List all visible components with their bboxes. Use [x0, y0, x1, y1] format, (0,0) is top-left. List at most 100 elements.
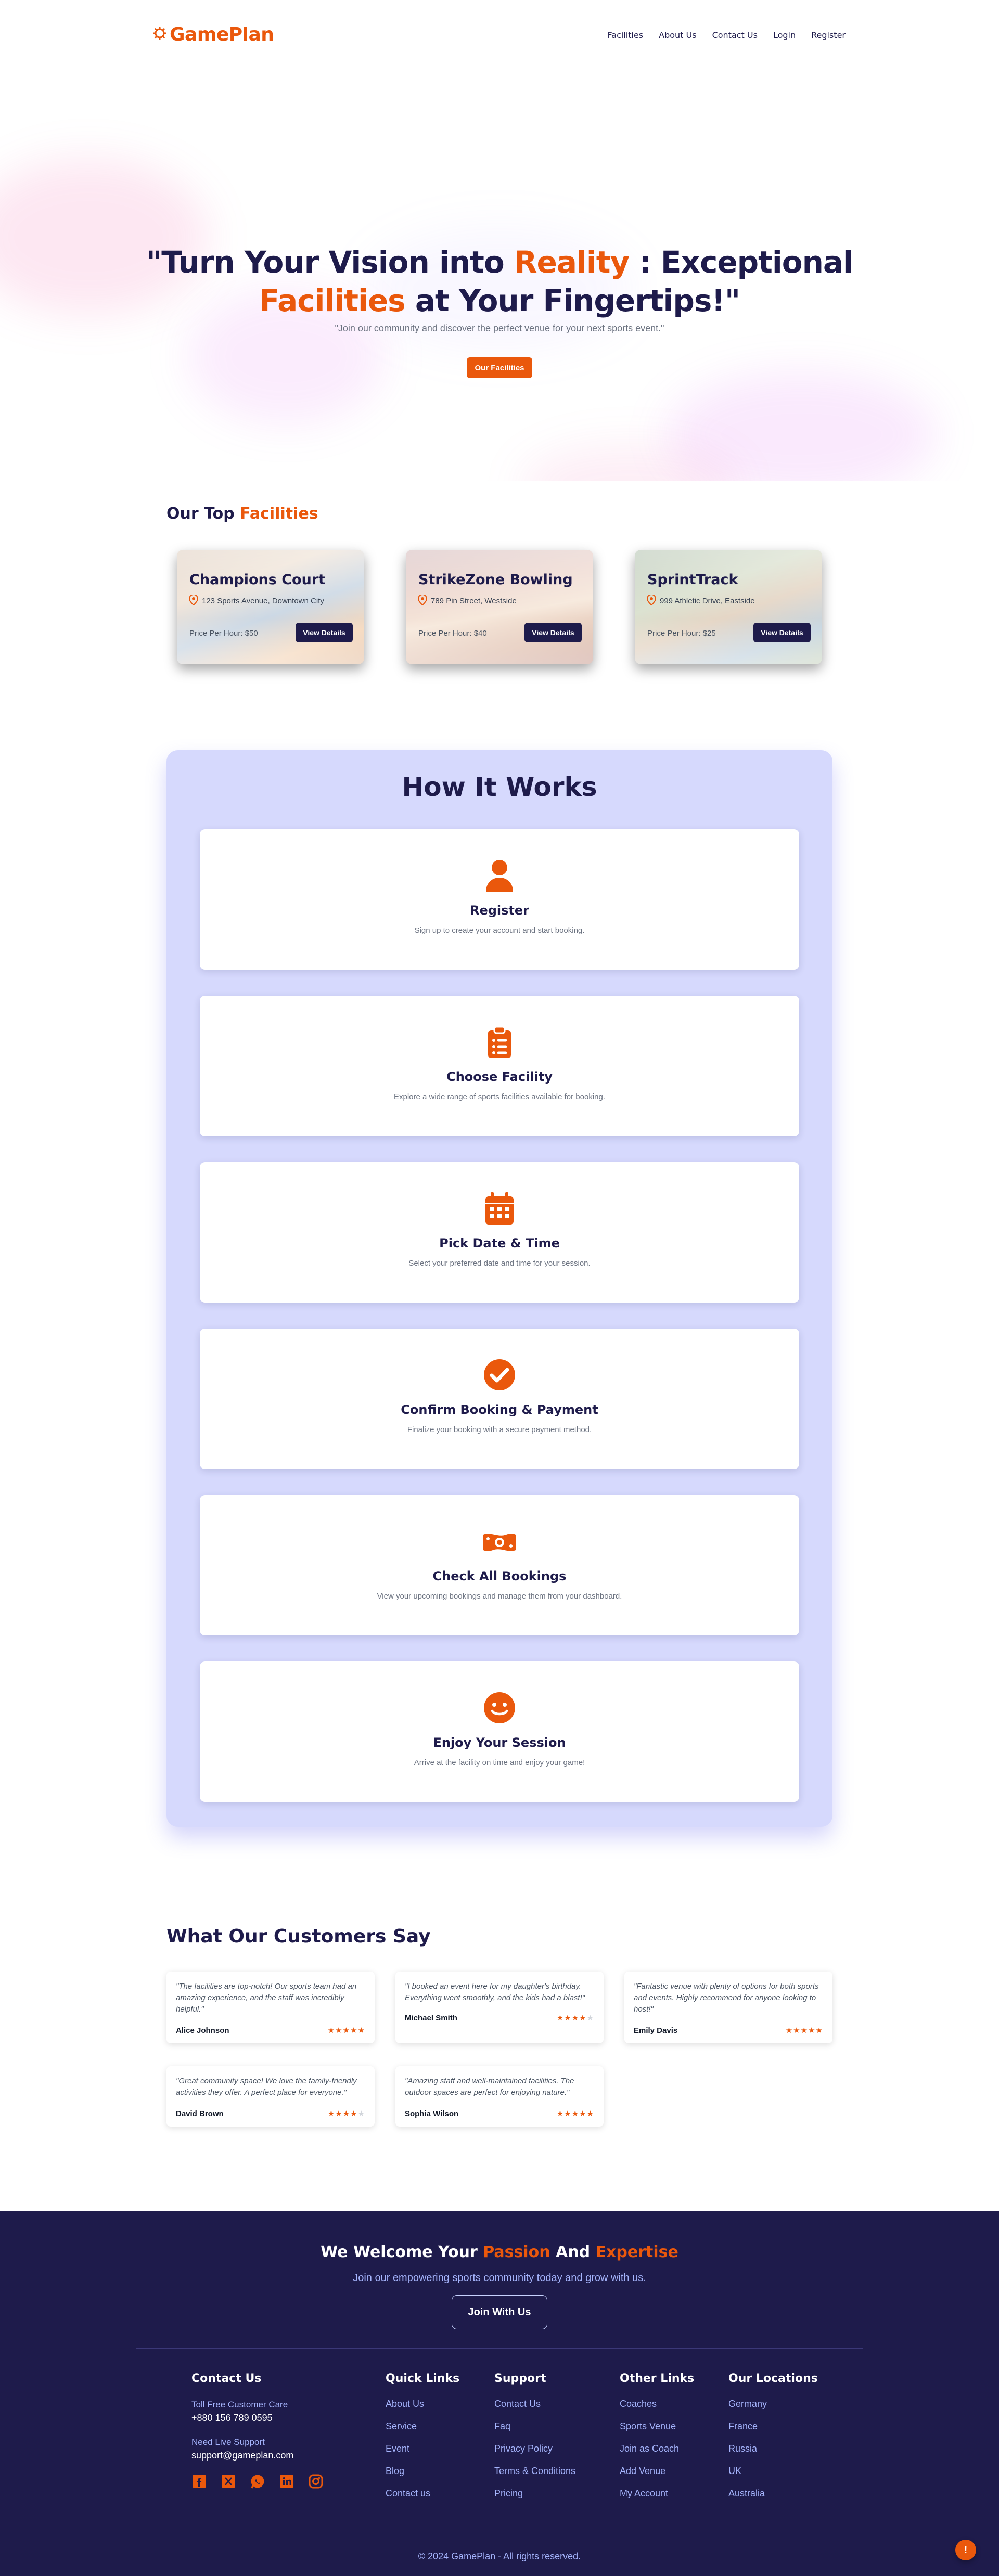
facility-card[interactable]: Champions Court 123 Sports Avenue, Downt…: [177, 550, 364, 664]
facility-price: Price Per Hour: $50: [189, 629, 258, 638]
join-with-us-button[interactable]: Join With Us: [452, 2295, 547, 2329]
footer-link[interactable]: Join as Coach: [620, 2443, 694, 2454]
footer-link[interactable]: About Us: [386, 2399, 459, 2410]
step-title: Confirm Booking & Payment: [401, 1402, 598, 1417]
footer-link[interactable]: Russia: [728, 2443, 818, 2454]
welcome-highlight: Expertise: [595, 2243, 678, 2261]
facility-address-text: 123 Sports Avenue, Downtown City: [202, 596, 324, 606]
our-facilities-button[interactable]: Our Facilities: [467, 357, 532, 378]
how-it-works-title: How It Works: [402, 772, 597, 802]
footer-link[interactable]: Service: [386, 2421, 459, 2432]
hero-title-highlight: Facilities: [259, 283, 406, 318]
testimonial-quote: "Great community space! We love the fami…: [176, 2077, 357, 2097]
footer-link[interactable]: Add Venue: [620, 2466, 694, 2477]
whatsapp-icon[interactable]: [250, 2474, 265, 2489]
view-details-button[interactable]: View Details: [296, 623, 353, 642]
location-pin-icon: [417, 594, 428, 607]
testimonial-quote: "Amazing staff and well-maintained facil…: [405, 2077, 574, 2097]
nav-about-us[interactable]: About Us: [659, 30, 696, 40]
star-rating: ★★★★★: [327, 2109, 365, 2118]
nav-facilities[interactable]: Facilities: [608, 30, 644, 40]
contact-title: Contact Us: [191, 2372, 262, 2385]
footer-link[interactable]: Terms & Conditions: [494, 2466, 575, 2477]
copyright: © 2024 GamePlan - All rights reserved.: [418, 2551, 581, 2561]
step-card: Pick Date & Time Select your preferred d…: [200, 1162, 799, 1303]
testimonial-footer: Sophia Wilson ★★★★★: [405, 2109, 594, 2119]
facilities-title: Our Top Facilities: [166, 505, 318, 523]
clipboard-icon: [200, 1026, 799, 1059]
footer-link[interactable]: Faq: [494, 2421, 575, 2432]
hero-title-part: at Your Fingertips!": [405, 283, 740, 318]
step-title: Pick Date & Time: [439, 1236, 560, 1251]
social-links: [191, 2474, 324, 2489]
testimonial-card: "I booked an event here for my daughter'…: [395, 1972, 604, 2043]
linkedin-icon[interactable]: [279, 2474, 294, 2489]
instagram-icon[interactable]: [308, 2474, 324, 2489]
step-title: Check All Bookings: [432, 1569, 567, 1583]
support-email[interactable]: support@gameplan.com: [191, 2449, 324, 2462]
footer-link[interactable]: France: [728, 2421, 818, 2432]
location-pin-icon: [188, 594, 199, 607]
testimonial-footer: Alice Johnson ★★★★★: [176, 2026, 365, 2036]
hero-title-highlight: Reality: [514, 244, 630, 280]
phone-number[interactable]: +880 156 789 0595: [191, 2411, 324, 2425]
x-icon[interactable]: [221, 2474, 236, 2489]
footer-link[interactable]: Germany: [728, 2399, 818, 2410]
testimonial-footer: Michael Smith ★★★★★: [405, 2013, 594, 2023]
welcome-subtitle: Join our empowering sports community tod…: [353, 2272, 646, 2284]
facility-card[interactable]: SprintTrack 999 Athletic Drive, Eastside…: [635, 550, 822, 664]
user-icon: [200, 859, 799, 893]
facility-overlay: [406, 550, 593, 664]
testimonial-name: Michael Smith: [405, 2013, 457, 2023]
main-nav: Facilities About Us Contact Us Login Reg…: [608, 30, 846, 40]
phone-label: Toll Free Customer Care: [191, 2400, 288, 2410]
welcome-highlight: Passion: [483, 2243, 550, 2261]
nav-register[interactable]: Register: [811, 30, 846, 40]
facility-overlay: [635, 550, 822, 664]
step-description: View your upcoming bookings and manage t…: [377, 1592, 622, 1601]
divider: [136, 2348, 863, 2349]
facility-price: Price Per Hour: $25: [647, 629, 716, 638]
footer-link[interactable]: My Account: [620, 2488, 694, 2499]
footer-link[interactable]: Blog: [386, 2466, 459, 2477]
footer-link[interactable]: Event: [386, 2443, 459, 2454]
footer-link[interactable]: Contact Us: [494, 2399, 575, 2410]
star-rating: ★★★★★: [556, 2109, 594, 2118]
step-description: Select your preferred date and time for …: [408, 1259, 591, 1268]
facility-card[interactable]: StrikeZone Bowling 789 Pin Street, Wests…: [406, 550, 593, 664]
footer-link[interactable]: Privacy Policy: [494, 2443, 575, 2454]
step-card: Register Sign up to create your account …: [200, 829, 799, 970]
hero-section: "Turn Your Vision into Reality : Excepti…: [0, 70, 999, 481]
welcome-part: We Welcome Your: [321, 2243, 483, 2261]
money-icon: [200, 1525, 799, 1559]
hero-subtitle: "Join our community and discover the per…: [335, 323, 664, 333]
nav-contact-us[interactable]: Contact Us: [712, 30, 758, 40]
testimonial-name: Alice Johnson: [176, 2026, 229, 2035]
footer-link[interactable]: Coaches: [620, 2399, 694, 2410]
facility-address: 123 Sports Avenue, Downtown City: [188, 594, 324, 607]
column-title: Our Locations: [728, 2372, 818, 2385]
footer-link[interactable]: Sports Venue: [620, 2421, 694, 2432]
footer-link[interactable]: Contact us: [386, 2488, 459, 2499]
view-details-button[interactable]: View Details: [524, 623, 582, 642]
other-links-column: Other Links Coaches Sports Venue Join as…: [620, 2372, 694, 2510]
footer-link[interactable]: Australia: [728, 2488, 818, 2499]
site-footer: We Welcome Your Passion And Expertise Jo…: [0, 2211, 999, 2576]
step-title: Register: [469, 903, 530, 918]
site-header: GamePlan Facilities About Us Contact Us …: [0, 0, 999, 70]
nav-login[interactable]: Login: [773, 30, 796, 40]
check-circle-icon: [200, 1359, 799, 1392]
view-details-button[interactable]: View Details: [753, 623, 811, 642]
testimonials-title: What Our Customers Say: [166, 1926, 431, 1947]
footer-link[interactable]: Pricing: [494, 2488, 575, 2499]
floating-alert-button[interactable]: !: [955, 2540, 976, 2560]
facility-price: Price Per Hour: $40: [418, 629, 487, 638]
footer-link[interactable]: UK: [728, 2466, 818, 2477]
testimonial-footer: David Brown ★★★★★: [176, 2109, 365, 2119]
logo[interactable]: GamePlan: [152, 24, 274, 45]
facebook-icon[interactable]: [191, 2474, 207, 2489]
facility-name: StrikeZone Bowling: [418, 572, 573, 588]
testimonial-name: Emily Davis: [634, 2026, 678, 2035]
facility-name: SprintTrack: [647, 572, 738, 588]
facility-address-text: 999 Athletic Drive, Eastside: [660, 596, 755, 606]
